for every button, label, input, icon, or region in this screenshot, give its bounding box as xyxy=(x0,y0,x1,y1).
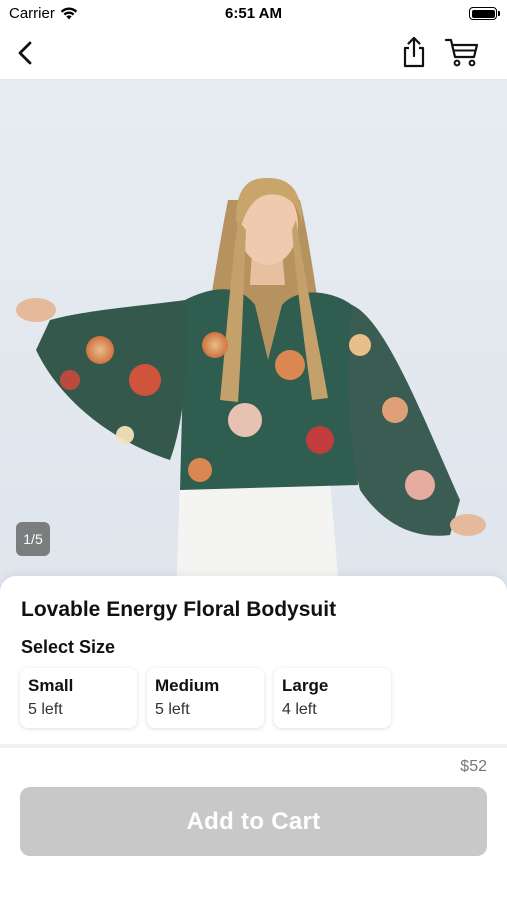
back-button[interactable] xyxy=(10,36,40,70)
size-stock: 5 left xyxy=(28,701,63,718)
size-name: Small xyxy=(28,676,74,695)
chevron-left-icon xyxy=(18,41,32,65)
select-size-heading: Select Size xyxy=(21,637,116,657)
size-option-large[interactable]: Large 4 left xyxy=(274,668,391,728)
size-stock: 5 left xyxy=(155,701,190,718)
size-stock: 4 left xyxy=(282,701,317,718)
size-options: Small 5 left Medium 5 left Large 4 left xyxy=(20,668,391,728)
size-option-small[interactable]: Small 5 left xyxy=(20,668,137,728)
section-divider xyxy=(0,744,507,748)
clock: 6:51 AM xyxy=(225,5,282,22)
share-icon xyxy=(403,36,425,68)
navigation-bar xyxy=(0,28,507,80)
add-to-cart-button[interactable]: Add to Cart xyxy=(20,787,487,856)
battery-icon xyxy=(469,7,500,20)
cart-icon xyxy=(444,38,479,67)
product-title: Lovable Energy Floral Bodysuit xyxy=(21,598,337,621)
cart-button[interactable] xyxy=(443,34,481,70)
product-image-gallery[interactable]: 1/5 xyxy=(0,80,507,600)
size-name: Large xyxy=(282,676,329,695)
size-option-medium[interactable]: Medium 5 left xyxy=(147,668,264,728)
status-bar: Carrier 6:51 AM xyxy=(0,0,507,28)
share-button[interactable] xyxy=(398,34,430,70)
product-photo xyxy=(16,178,486,600)
image-counter-badge: 1/5 xyxy=(16,522,50,556)
product-price: $52 xyxy=(460,758,487,775)
size-name: Medium xyxy=(155,676,220,695)
